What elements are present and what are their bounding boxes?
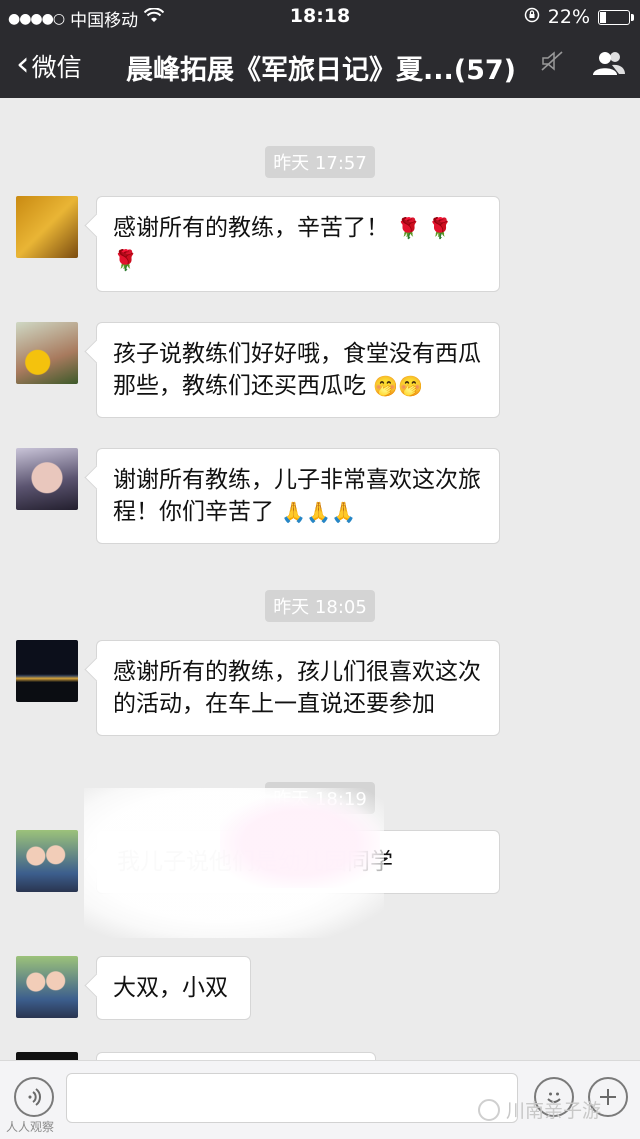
folded-hands-emoji: 🙏🙏🙏 <box>281 500 357 524</box>
chevron-left-icon: ‹ <box>16 44 30 84</box>
blur-overlay <box>220 798 380 888</box>
watermark-text: 川南亲子游 <box>506 1100 602 1122</box>
chat-title: 晨峰拓展《军旅日记》夏...(57) <box>126 55 517 86</box>
message-bubble[interactable]: 孩子说教练们好好哦，食堂没有西瓜那些，教练们还买西瓜吃 🤭🤭 <box>96 322 500 418</box>
orientation-lock-icon <box>524 7 540 27</box>
message-bubble[interactable]: 感谢所有的教练，辛苦了！ 🌹 🌹 🌹 <box>96 196 500 292</box>
status-bar: ●●●●○ 中国移动 18:18 22% <box>0 0 640 34</box>
battery-icon <box>598 9 634 25</box>
message-text: 感谢所有的教练，孩儿们很喜欢这次的活动，在车上一直说还要参加 <box>113 659 481 717</box>
message-bubble[interactable]: 大双，小双 <box>96 956 251 1020</box>
message-input[interactable] <box>66 1073 518 1123</box>
hand-over-mouth-emoji: 🤭🤭 <box>373 374 424 398</box>
timestamp-label: 昨天 17:57 <box>265 146 375 178</box>
nav-icons <box>540 48 626 78</box>
voice-icon <box>28 1088 41 1106</box>
status-right: 22% <box>524 6 634 28</box>
avatar[interactable] <box>16 1052 78 1060</box>
message-bubble[interactable] <box>96 1052 376 1060</box>
avatar[interactable] <box>16 322 78 384</box>
timestamp-label: 昨天 18:05 <box>265 590 375 622</box>
watermark-logo-icon <box>478 1098 500 1121</box>
message-bubble[interactable]: 感谢所有的教练，孩儿们很喜欢这次的活动，在车上一直说还要参加 <box>96 640 500 736</box>
mute-icon <box>540 50 566 77</box>
avatar[interactable] <box>16 830 78 892</box>
message-bubble[interactable]: 谢谢所有教练，儿子非常喜欢这次旅程！你们辛苦了 🙏🙏🙏 <box>96 448 500 544</box>
avatar[interactable] <box>16 956 78 1018</box>
group-members-icon[interactable] <box>592 48 626 78</box>
nav-bar: ‹ 微信 晨峰拓展《军旅日记》夏...(57) <box>0 34 640 98</box>
timestamp: 昨天 17:57 <box>0 146 640 178</box>
back-button[interactable]: ‹ 微信 <box>16 44 82 84</box>
chat-area[interactable]: 昨天 17:57 感谢所有的教练，辛苦了！ 🌹 🌹 🌹 孩子说教练们好好哦，食堂… <box>0 98 640 1060</box>
message-text: 感谢所有的教练，辛苦了！ <box>113 215 389 241</box>
battery-percent: 22% <box>547 6 590 28</box>
battery-fill <box>600 11 606 23</box>
avatar[interactable] <box>16 640 78 702</box>
message-text: 孩子说教练们好好哦，食堂没有西瓜那些，教练们还买西瓜吃 <box>113 341 481 399</box>
back-label: 微信 <box>31 53 82 82</box>
avatar[interactable] <box>16 196 78 258</box>
watermark-right: 川南亲子游 <box>478 1096 601 1123</box>
watermark-left: 人人观察 <box>6 1120 55 1134</box>
avatar[interactable] <box>16 448 78 510</box>
timestamp: 昨天 18:05 <box>0 590 640 622</box>
voice-button[interactable] <box>14 1077 54 1117</box>
message-text: 大双，小双 <box>113 975 228 1001</box>
